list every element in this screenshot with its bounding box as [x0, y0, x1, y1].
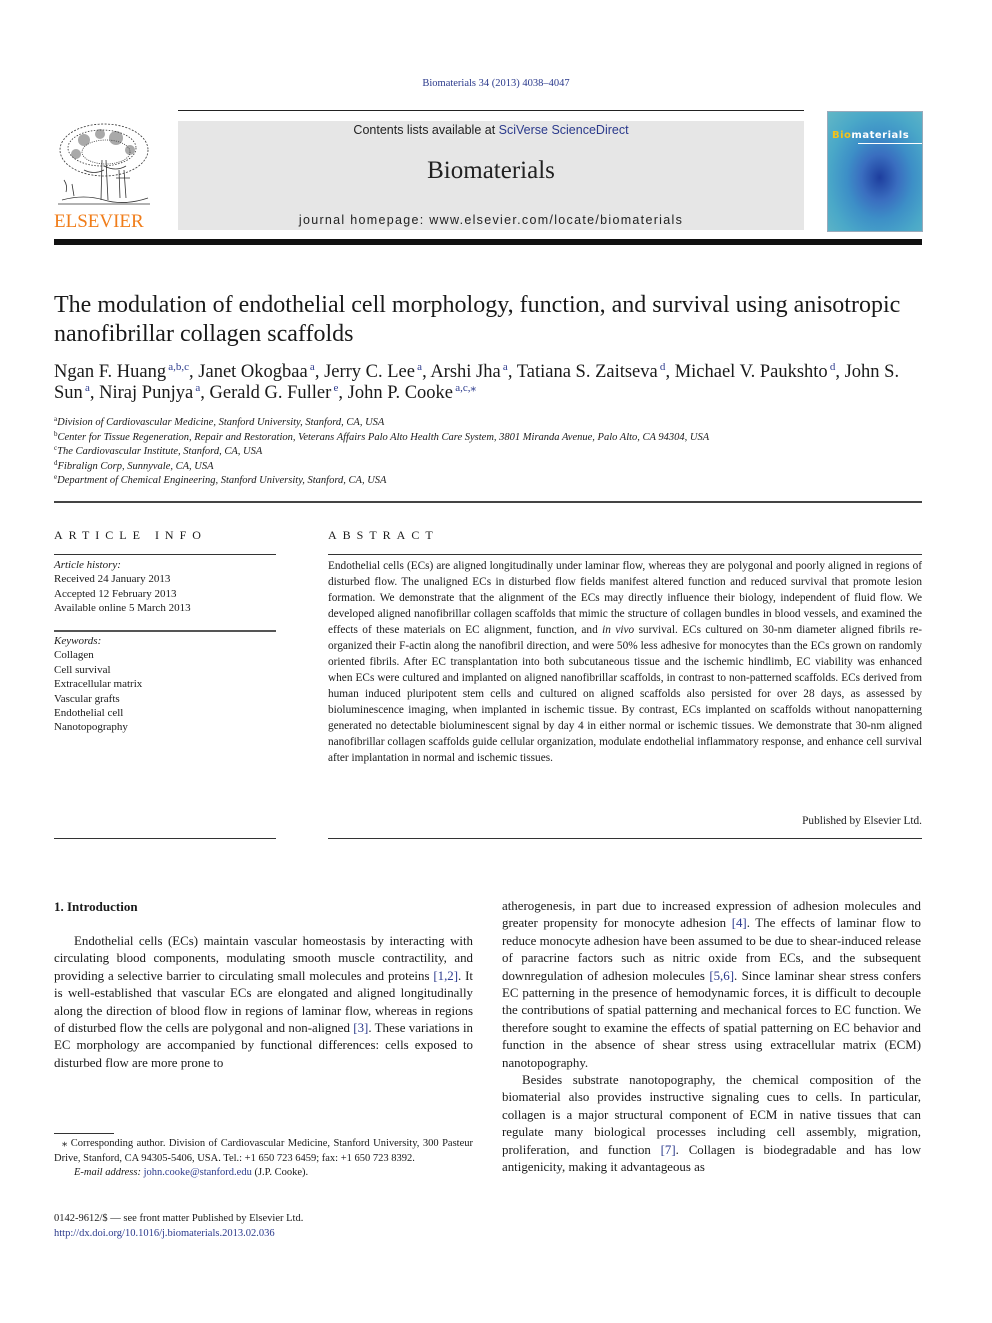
author: John P. Cooke [347, 383, 453, 403]
author: Niraj Punjya [99, 383, 194, 403]
sciencedirect-link[interactable]: SciVerse ScienceDirect [499, 123, 629, 137]
paragraph: Besides substrate nanotopography, the ch… [502, 1072, 921, 1176]
affiliation: cThe Cardiovascular Institute, Stanford,… [54, 444, 263, 458]
keyword: Nanotopography [54, 721, 128, 734]
author-affiliation-marker[interactable]: a,c,⁎ [453, 382, 476, 394]
cover-title: Biomaterials [832, 130, 909, 141]
elsevier-logo-text: ELSEVIER [54, 211, 144, 232]
contents-line: Contents lists available at SciVerse Sci… [178, 123, 804, 137]
author: Arshi Jha [430, 362, 501, 382]
cover-title-rest: materials [851, 130, 910, 141]
author: Tatiana S. Zaitseva [516, 362, 658, 382]
abstract-bottom-rule [328, 838, 922, 839]
author-affiliation-marker[interactable]: a [308, 361, 315, 373]
received-date: Received 24 January 2013 [54, 573, 171, 586]
journal-homepage[interactable]: journal homepage: www.elsevier.com/locat… [178, 213, 804, 227]
abstract-text: Endothelial cells (ECs) are aligned long… [328, 558, 922, 766]
abstract-rule [328, 554, 922, 555]
author: Michael V. Paukshto [674, 362, 828, 382]
affiliation-key: e [54, 473, 58, 481]
doi-link[interactable]: http://dx.doi.org/10.1016/j.biomaterials… [54, 1228, 275, 1239]
text: Endothelial cells (ECs) maintain vascula… [54, 934, 473, 983]
author: Jerry C. Lee [324, 362, 415, 382]
abstract-part: survival. ECs cultured on 30-nm diameter… [328, 624, 922, 764]
keywords-label: Keywords: [54, 635, 102, 647]
affiliation-key: a [54, 415, 58, 423]
section-heading-introduction: 1. Introduction [54, 899, 138, 914]
author-affiliation-marker[interactable]: d [828, 361, 836, 373]
reference-link[interactable]: [1,2] [433, 969, 458, 983]
article-info-bottom-rule [54, 838, 276, 839]
abstract-heading: ABSTRACT [328, 528, 439, 542]
keyword: Endothelial cell [54, 707, 124, 720]
author-affiliation-marker[interactable]: a [193, 382, 200, 394]
corresponding-author-note: ⁎ Corresponding author. Division of Card… [54, 1138, 473, 1164]
article-title: The modulation of endothelial cell morph… [54, 292, 901, 347]
email-label: E-mail address: [74, 1167, 144, 1178]
affiliation: aDivision of Cardiovascular Medicine, St… [54, 415, 385, 429]
reference-link[interactable]: [3] [353, 1021, 368, 1035]
reference-link[interactable]: [5,6] [709, 969, 734, 983]
author: Janet Okogbaa [198, 362, 308, 382]
journal-banner: Contents lists available at SciVerse Sci… [178, 121, 804, 230]
reference-link[interactable]: [7] [661, 1143, 676, 1157]
keyword: Extracellular matrix [54, 678, 143, 691]
keyword: Cell survival [54, 663, 111, 676]
reference-link[interactable]: [4] [732, 916, 747, 930]
affiliations: aDivision of Cardiovascular Medicine, St… [54, 416, 934, 489]
footnote-rule [54, 1133, 114, 1134]
issn-line: 0142-9612/$ — see front matter Published… [54, 1213, 304, 1224]
published-by: Published by Elsevier Ltd. [802, 815, 922, 827]
corresponding-author-footnote: ⁎ Corresponding author. Division of Card… [54, 1137, 473, 1181]
keyword: Collagen [54, 649, 94, 662]
author-affiliation-marker[interactable]: e [331, 382, 338, 394]
abstract-italic: in vivo [602, 624, 635, 636]
paragraph: Endothelial cells (ECs) maintain vascula… [54, 933, 473, 1072]
author-affiliation-marker[interactable]: a [501, 361, 508, 373]
body-column-right: atherogenesis, in part due to increased … [502, 898, 921, 1177]
author-affiliation-marker[interactable]: a [83, 382, 90, 394]
contents-prefix: Contents lists available at [353, 123, 499, 137]
affiliation-key: b [54, 429, 58, 438]
journal-name: Biomaterials [427, 157, 555, 184]
keyword: Vascular grafts [54, 692, 120, 705]
front-matter: 0142-9612/$ — see front matter Published… [54, 1212, 473, 1241]
affiliation-key: c [54, 444, 58, 452]
history-label: Article history: [54, 559, 121, 571]
article-info-rule [54, 554, 276, 555]
section-rule [54, 501, 922, 503]
cover-title-highlight: Bio [832, 130, 852, 141]
journal-cover-image: Biomaterials [827, 111, 923, 232]
affiliation: bCenter for Tissue Regeneration, Repair … [54, 429, 710, 443]
header-thick-rule [54, 239, 922, 245]
journal-citation-link[interactable]: Biomaterials 34 (2013) 4038–4047 [0, 78, 992, 89]
text: . Since laminar shear stress confers EC … [502, 968, 921, 1070]
email-line: E-mail address: john.cooke@stanford.edu … [54, 1166, 473, 1181]
author-list: Ngan F. Huang a,b,c, Janet Okogbaa a, Je… [54, 361, 900, 404]
author-affiliation-marker[interactable]: a [415, 361, 422, 373]
article-info-heading: ARTICLE INFO [54, 528, 207, 542]
author: Gerald G. Fuller [209, 383, 332, 403]
affiliation: eDepartment of Chemical Engineering, Sta… [54, 473, 387, 487]
accepted-date: Accepted 12 February 2013 [54, 587, 177, 600]
author-affiliation-marker[interactable]: a,b,c [166, 361, 189, 373]
author: Ngan F. Huang [54, 362, 167, 382]
keywords: Keywords: Collagen Cell survival Extrace… [54, 634, 276, 735]
body-column-left: Endothelial cells (ECs) maintain vascula… [54, 933, 473, 1072]
affiliation-key: d [54, 458, 58, 467]
keywords-rule [54, 630, 276, 632]
author-affiliation-marker[interactable]: d [658, 361, 666, 373]
paragraph: atherogenesis, in part due to increased … [502, 898, 921, 1072]
email-suffix: (J.P. Cooke). [251, 1167, 309, 1178]
header-rule [178, 110, 804, 111]
email-link[interactable]: john.cooke@stanford.edu [144, 1167, 252, 1178]
online-date: Available online 5 March 2013 [54, 602, 191, 615]
article-history: Article history: Received 24 January 201… [54, 558, 276, 616]
cover-divider [858, 143, 922, 144]
affiliation: dFibralign Corp, Sunnyvale, CA, USA [54, 458, 214, 472]
